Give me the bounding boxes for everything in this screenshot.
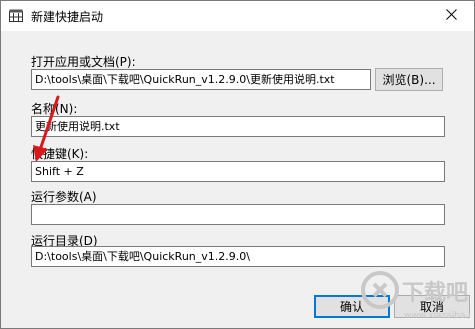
ok-button[interactable]: 确认 bbox=[314, 295, 390, 318]
title-bar: 新建快捷启动 bbox=[1, 1, 474, 31]
target-label: 打开应用或文档(P): bbox=[31, 55, 136, 69]
params-input[interactable] bbox=[31, 204, 445, 225]
params-label: 运行参数(A) bbox=[31, 190, 97, 204]
name-label: 名称(N): bbox=[31, 102, 78, 116]
workdir-input[interactable]: D:\tools\桌面\下载吧\QuickRun_v1.2.9.0\ bbox=[31, 246, 445, 267]
name-input[interactable]: 更新使用说明.txt bbox=[31, 116, 445, 137]
hotkey-input[interactable]: Shift + Z bbox=[31, 161, 445, 182]
hotkey-label: 快捷键(K): bbox=[31, 147, 89, 161]
app-window-icon bbox=[9, 9, 23, 22]
cancel-button[interactable]: 取消 bbox=[394, 295, 470, 318]
browse-button[interactable]: 浏览(B)... bbox=[375, 68, 443, 91]
close-button[interactable] bbox=[429, 1, 474, 31]
target-path-input[interactable]: D:\tools\桌面\下载吧\QuickRun_v1.2.9.0\更新使用说明… bbox=[31, 69, 371, 90]
window-title: 新建快捷启动 bbox=[31, 10, 104, 24]
dialog-window: 新建快捷启动 打开应用或文档(P): D:\tools\桌面\下载吧\Quick… bbox=[0, 0, 475, 329]
dialog-body: 打开应用或文档(P): D:\tools\桌面\下载吧\QuickRun_v1.… bbox=[1, 31, 474, 328]
close-icon bbox=[446, 9, 457, 23]
